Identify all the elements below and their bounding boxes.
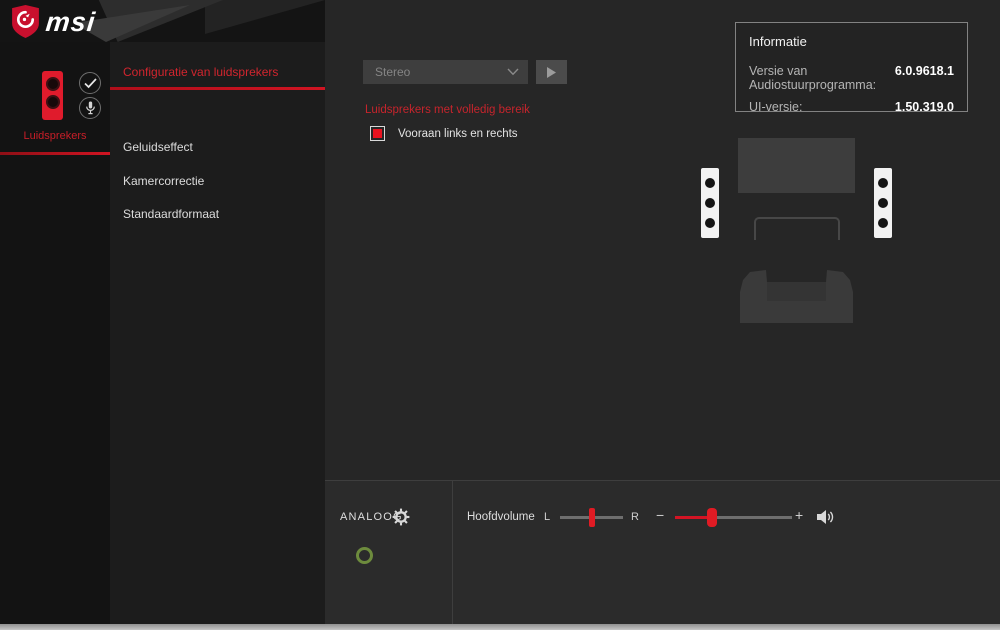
recording-mic-button[interactable]	[79, 97, 101, 119]
menu-item-default-format[interactable]: Standaardformaat	[123, 206, 219, 222]
connector-settings-button[interactable]	[392, 508, 410, 526]
msi-dragon-shield-icon	[12, 5, 39, 38]
speaker-driver-dot	[46, 77, 60, 91]
chevron-down-icon	[507, 68, 528, 76]
mute-toggle-button[interactable]	[817, 509, 835, 525]
balance-handle[interactable]	[589, 508, 595, 527]
driver-version-row: Versie van Audiostuurprogramma: 6.0.9618…	[749, 64, 954, 92]
speaker-mode-dropdown[interactable]: Stereo	[363, 60, 528, 84]
speaker-driver-dot	[46, 95, 60, 109]
ui-version-value: 1.50.319.0	[895, 100, 954, 114]
master-volume-label: Hoofdvolume	[467, 511, 535, 523]
window-bottom-edge	[0, 624, 1000, 630]
msi-logo: msi	[12, 5, 96, 38]
balance-left-label: L	[544, 511, 550, 523]
full-range-section-label: Luidsprekers met volledig bereik	[365, 104, 530, 116]
gear-icon	[392, 508, 410, 526]
sofa-top-view	[740, 270, 853, 323]
popup-title: Informatie	[749, 34, 954, 49]
driver-version-label: Versie van Audiostuurprogramma:	[749, 64, 895, 92]
device-active-underline	[0, 152, 110, 155]
front-left-right-checkbox-row[interactable]: Vooraan links en rechts	[370, 126, 518, 141]
header: msi	[0, 0, 325, 42]
menu-item-speaker-configuration[interactable]: Configuratie van luidsprekers	[123, 64, 278, 80]
menu-item-room-correction[interactable]: Kamercorrectie	[123, 173, 204, 189]
ui-version-row: UI-versie: 1.50.319.0	[749, 100, 954, 114]
front-left-right-checkbox[interactable]	[370, 126, 385, 141]
msi-audio-console-window: msi Luidsprekers Co	[0, 0, 1000, 630]
settings-menu: Configuratie van luidsprekers Geluidseff…	[110, 42, 325, 624]
speaker-mode-value: Stereo	[363, 65, 507, 79]
balance-slider[interactable]	[560, 516, 623, 519]
information-popup: Informatie Versie van Audiostuurprogramm…	[735, 22, 968, 112]
driver-version-value: 6.0.9618.1	[895, 64, 954, 92]
volume-handle[interactable]	[707, 508, 717, 527]
front-right-speaker[interactable]	[874, 168, 892, 238]
bottom-bar: ANALOOG Hoo	[325, 480, 1000, 624]
volume-increase-button[interactable]: +	[795, 507, 803, 523]
msi-logo-text: msi	[44, 6, 97, 38]
speaker-volume-icon	[817, 509, 835, 525]
test-play-button[interactable]	[536, 60, 567, 84]
check-circle-icon	[84, 78, 97, 89]
bottom-bar-divider	[452, 481, 453, 624]
header-facet	[205, 0, 325, 34]
active-menu-underline	[110, 87, 325, 90]
front-left-speaker[interactable]	[701, 168, 719, 238]
tv-screen	[738, 138, 855, 193]
menu-item-sound-effect[interactable]: Geluidseffect	[123, 139, 193, 155]
desk-outline	[754, 217, 840, 240]
device-label[interactable]: Luidsprekers	[0, 130, 110, 142]
ui-version-label: UI-versie:	[749, 100, 802, 114]
volume-slider[interactable]	[675, 516, 792, 519]
volume-decrease-button[interactable]: −	[656, 507, 664, 523]
microphone-icon	[84, 101, 97, 115]
device-sidebar: Luidsprekers	[0, 42, 110, 624]
playback-check-button[interactable]	[79, 72, 101, 94]
balance-right-label: R	[631, 511, 639, 523]
play-icon	[547, 67, 556, 78]
analog-jack-indicator[interactable]	[356, 547, 373, 564]
speaker-device-icon[interactable]	[42, 71, 63, 120]
front-left-right-checkbox-label: Vooraan links en rechts	[398, 128, 518, 140]
